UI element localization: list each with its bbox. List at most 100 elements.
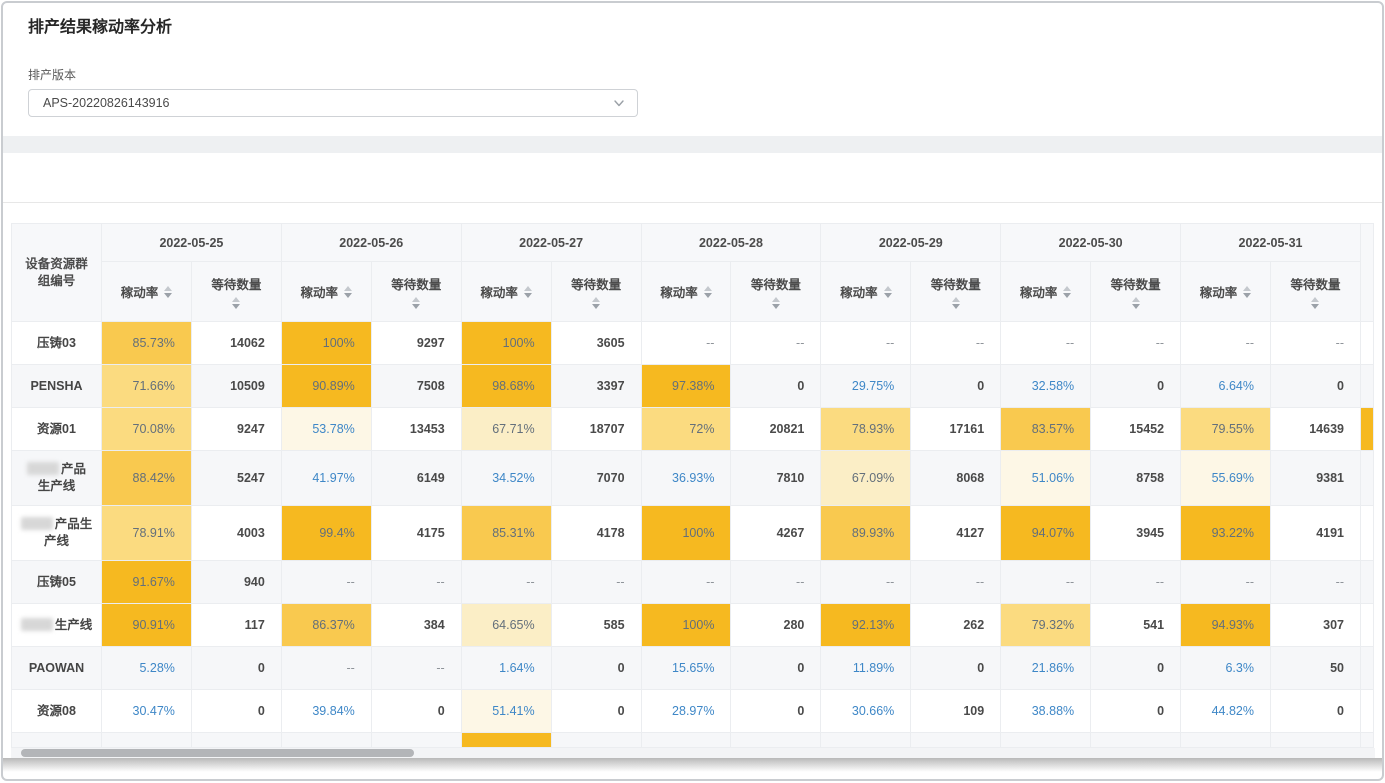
column-header-wait[interactable]: 等待数量 bbox=[551, 262, 641, 322]
rate-cell: 15.65% bbox=[641, 647, 731, 690]
wait-header-inner: 等待数量 bbox=[731, 274, 820, 309]
caret-down-icon bbox=[704, 293, 712, 298]
column-header-rate[interactable]: 稼动率 bbox=[821, 262, 911, 322]
wait-cell: -- bbox=[551, 561, 641, 604]
wait-cell: 4267 bbox=[731, 506, 821, 561]
rate-cell: 1.64% bbox=[461, 647, 551, 690]
wait-cell: 280 bbox=[731, 604, 821, 647]
rate-cell: 90.89% bbox=[281, 365, 371, 408]
rate-cell bbox=[641, 733, 731, 748]
version-select-value: APS-20220826143916 bbox=[43, 96, 170, 110]
rate-cell: 51.06% bbox=[1001, 451, 1091, 506]
wait-cell: 6149 bbox=[371, 451, 461, 506]
next-column-sliver-cell bbox=[1361, 322, 1374, 365]
wait-cell: 8068 bbox=[911, 451, 1001, 506]
sort-icon[interactable] bbox=[884, 286, 892, 298]
rate-cell: 72% bbox=[641, 408, 731, 451]
wait-cell: 9381 bbox=[1270, 451, 1360, 506]
wait-cell: 10509 bbox=[191, 365, 281, 408]
rate-cell: -- bbox=[461, 561, 551, 604]
wait-cell: 4191 bbox=[1270, 506, 1360, 561]
rate-cell: 36.93% bbox=[641, 451, 731, 506]
wait-cell bbox=[731, 733, 821, 748]
rate-header-inner: 稼动率 bbox=[282, 282, 371, 301]
rate-cell: 38.88% bbox=[1001, 690, 1091, 733]
rate-cell: 91.67% bbox=[102, 561, 192, 604]
rate-cell: -- bbox=[281, 561, 371, 604]
rate-cell: 11.89% bbox=[821, 647, 911, 690]
table-row: 资源0170.08%924753.78%1345367.71%1870772%2… bbox=[12, 408, 1374, 451]
wait-cell: 7508 bbox=[371, 365, 461, 408]
wait-cell: 109 bbox=[911, 690, 1001, 733]
column-header-rate[interactable]: 稼动率 bbox=[461, 262, 551, 322]
rate-header-label: 稼动率 bbox=[121, 282, 159, 301]
wait-cell: 9297 bbox=[371, 322, 461, 365]
column-header-wait[interactable]: 等待数量 bbox=[731, 262, 821, 322]
wait-cell: -- bbox=[731, 561, 821, 604]
caret-down-icon bbox=[164, 293, 172, 298]
wait-cell: 0 bbox=[1091, 647, 1181, 690]
sort-icon[interactable] bbox=[704, 286, 712, 298]
sort-icon[interactable] bbox=[1063, 286, 1071, 298]
table-row bbox=[12, 733, 1374, 748]
rate-cell: 79.32% bbox=[1001, 604, 1091, 647]
wait-cell: -- bbox=[1091, 561, 1181, 604]
next-column-sliver-cell bbox=[1361, 561, 1374, 604]
wait-header-label: 等待数量 bbox=[751, 274, 801, 293]
sort-icon[interactable] bbox=[524, 286, 532, 298]
wait-cell: 50 bbox=[1270, 647, 1360, 690]
redacted-text bbox=[21, 618, 53, 631]
caret-up-icon bbox=[704, 286, 712, 291]
wait-cell: 0 bbox=[911, 647, 1001, 690]
sort-icon[interactable] bbox=[952, 297, 960, 309]
sort-icon[interactable] bbox=[1132, 297, 1140, 309]
rate-cell: 53.78% bbox=[281, 408, 371, 451]
sort-icon[interactable] bbox=[344, 286, 352, 298]
horizontal-scrollbar[interactable] bbox=[11, 748, 1375, 758]
column-header-wait[interactable]: 等待数量 bbox=[371, 262, 461, 322]
column-header-rate[interactable]: 稼动率 bbox=[281, 262, 371, 322]
row-label: 产品 生产线 bbox=[12, 451, 102, 506]
wait-cell: -- bbox=[911, 322, 1001, 365]
caret-down-icon bbox=[772, 304, 780, 309]
wait-cell: 0 bbox=[731, 365, 821, 408]
column-header-rate[interactable]: 稼动率 bbox=[641, 262, 731, 322]
caret-down-icon bbox=[884, 293, 892, 298]
rate-header-inner: 稼动率 bbox=[1181, 282, 1270, 301]
column-header-rate[interactable]: 稼动率 bbox=[1001, 262, 1091, 322]
column-header-rate[interactable]: 稼动率 bbox=[1181, 262, 1271, 322]
wait-cell: 940 bbox=[191, 561, 281, 604]
wait-cell: 4178 bbox=[551, 506, 641, 561]
column-header-date: 2022-05-27 bbox=[461, 224, 641, 262]
column-header-wait[interactable]: 等待数量 bbox=[1091, 262, 1181, 322]
wait-cell: 0 bbox=[1270, 690, 1360, 733]
sort-icon[interactable] bbox=[1311, 297, 1319, 309]
rate-header-inner: 稼动率 bbox=[1001, 282, 1090, 301]
sort-icon[interactable] bbox=[412, 297, 420, 309]
sort-icon[interactable] bbox=[164, 286, 172, 298]
caret-up-icon bbox=[952, 297, 960, 302]
rate-cell: 5.28% bbox=[102, 647, 192, 690]
sort-icon[interactable] bbox=[772, 297, 780, 309]
column-header-wait[interactable]: 等待数量 bbox=[911, 262, 1001, 322]
wait-header-inner: 等待数量 bbox=[192, 274, 281, 309]
sort-icon[interactable] bbox=[1243, 286, 1251, 298]
rate-cell: 30.47% bbox=[102, 690, 192, 733]
rate-cell: -- bbox=[641, 322, 731, 365]
rate-cell: 79.55% bbox=[1181, 408, 1271, 451]
wait-cell: 0 bbox=[731, 690, 821, 733]
column-header-wait[interactable]: 等待数量 bbox=[191, 262, 281, 322]
column-header-rate[interactable]: 稼动率 bbox=[102, 262, 192, 322]
rate-cell: 94.07% bbox=[1001, 506, 1091, 561]
version-select[interactable]: APS-20220826143916 bbox=[28, 89, 638, 117]
next-column-sliver-cell bbox=[1361, 690, 1374, 733]
sort-icon[interactable] bbox=[592, 297, 600, 309]
rate-cell: 32.58% bbox=[1001, 365, 1091, 408]
row-label bbox=[12, 733, 102, 748]
page-title: 排产结果稼动率分析 bbox=[3, 3, 1382, 39]
rate-cell: 93.22% bbox=[1181, 506, 1271, 561]
sort-icon[interactable] bbox=[232, 297, 240, 309]
wait-cell: 262 bbox=[911, 604, 1001, 647]
scrollbar-thumb[interactable] bbox=[21, 749, 414, 757]
column-header-wait[interactable]: 等待数量 bbox=[1270, 262, 1360, 322]
